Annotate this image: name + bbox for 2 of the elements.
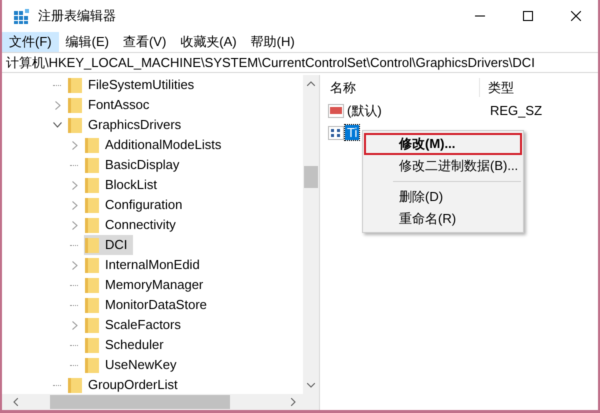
value-type: REG_SZ: [490, 102, 542, 120]
window-title: 注册表编辑器: [38, 7, 116, 26]
